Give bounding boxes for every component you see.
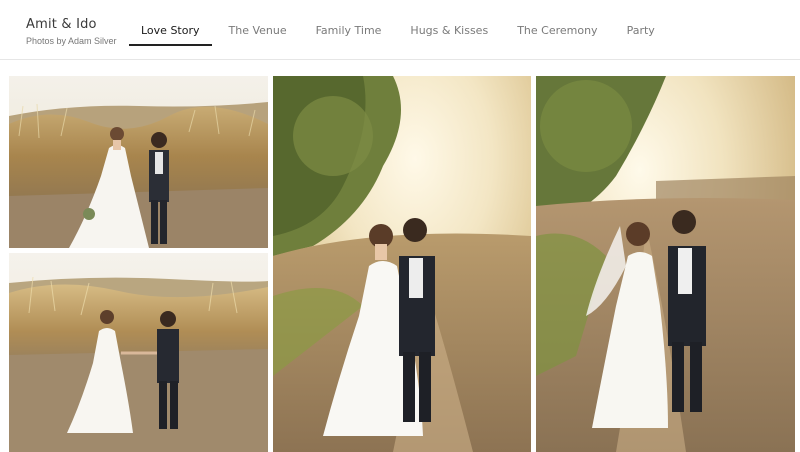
site-subtitle: Photos by Adam Silver [26,36,117,46]
photo-image [273,76,531,452]
site-title[interactable]: Amit & Ido [26,17,117,33]
tab-hugs-and-kisses[interactable]: Hugs & Kisses [398,20,500,46]
photo-couple-walking-grass[interactable] [9,76,268,248]
photo-image [536,76,795,452]
photo-image [9,76,268,248]
tab-family-time[interactable]: Family Time [304,20,394,46]
photo-gallery [0,76,800,452]
tab-party[interactable]: Party [615,20,667,46]
photo-couple-holding-hands[interactable] [9,253,268,452]
photo-couple-embracing-path[interactable] [273,76,531,452]
tab-the-ceremony[interactable]: The Ceremony [505,20,609,46]
photo-couple-walking-path-veil[interactable] [536,76,795,452]
photo-image [9,253,268,452]
site-header: Amit & Ido Photos by Adam Silver Love St… [0,0,800,60]
gallery-tabs: Love Story The Venue Family Time Hugs & … [129,20,672,46]
tab-love-story[interactable]: Love Story [129,20,212,46]
brand[interactable]: Amit & Ido Photos by Adam Silver [26,17,117,47]
tab-the-venue[interactable]: The Venue [217,20,299,46]
